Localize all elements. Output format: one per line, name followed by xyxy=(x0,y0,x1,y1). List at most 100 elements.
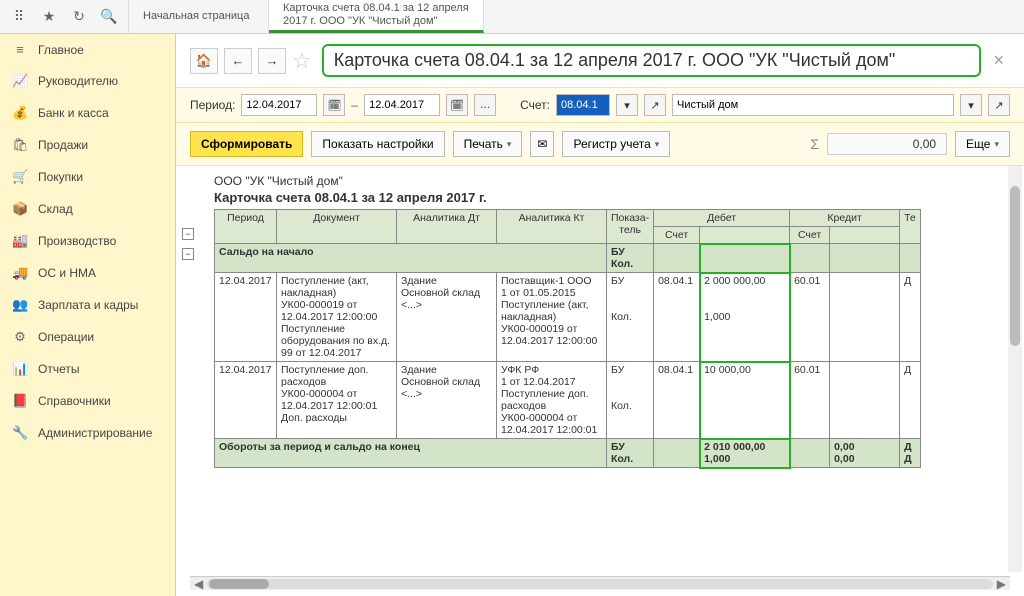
cell-dt-val: 10 000,00 xyxy=(700,362,790,439)
cell-t: Д xyxy=(900,362,921,439)
tab-report[interactable]: Карточка счета 08.04.1 за 12 апреля 2017… xyxy=(269,0,484,33)
table-header-row: Период Документ Аналитика Дт Аналитика К… xyxy=(215,210,921,227)
sidebar-item-main[interactable]: ≡Главное xyxy=(0,34,175,65)
sidebar-item-admin[interactable]: 🔧Администрирование xyxy=(0,417,175,449)
tab-label-line1: Карточка счета 08.04.1 за 12 апреля xyxy=(283,2,469,15)
forward-button[interactable]: → xyxy=(258,48,286,74)
sidebar-item-purchases[interactable]: 🛒Покупки xyxy=(0,161,175,193)
account-input[interactable] xyxy=(556,94,610,116)
account-dropdown-button[interactable]: ▾ xyxy=(616,94,638,116)
cell-kt-val xyxy=(830,273,900,362)
indicator-cell: БУКол. xyxy=(607,244,654,273)
org-open-button[interactable]: ↗ xyxy=(988,94,1010,116)
cell-indicator: БУКол. xyxy=(607,362,654,439)
sidebar-item-manager[interactable]: 📈Руководителю xyxy=(0,65,175,97)
sidebar-item-bank[interactable]: 💰Банк и касса xyxy=(0,97,175,129)
cell-an-dt: Здание Основной склад <...> xyxy=(397,362,497,439)
search-icon[interactable]: 🔍 xyxy=(96,4,122,30)
home-button[interactable]: 🏠 xyxy=(190,48,218,74)
sidebar-item-operations[interactable]: ⚙Операции xyxy=(0,321,175,353)
sum-display: 0,00 xyxy=(827,133,947,155)
sidebar-item-label: Склад xyxy=(38,202,73,216)
col-an-dt: Аналитика Дт xyxy=(397,210,497,244)
date-to-input[interactable] xyxy=(364,94,440,116)
cell-an-kt: Поставщик-1 ООО 1 от 01.05.2015 Поступле… xyxy=(497,273,607,362)
params-row: Период: 🗓 – 🗓 … Счет: ▾ ↗ ▾ ↗ xyxy=(176,87,1024,123)
gear-icon: ⚙ xyxy=(12,329,28,345)
sidebar-item-assets[interactable]: 🚚 ОС и НМА xyxy=(0,257,175,289)
col-debit: Дебет xyxy=(654,210,790,227)
form-button-label: Сформировать xyxy=(201,137,292,151)
factory-icon: 🏭 xyxy=(12,233,28,249)
calendar-to-button[interactable]: 🗓 xyxy=(446,94,468,116)
chart-icon: 📈 xyxy=(12,73,28,89)
cell-document: Поступление доп. расходов УК00-000004 от… xyxy=(277,362,397,439)
tab-label: Начальная страница xyxy=(143,10,254,23)
date-from-input[interactable] xyxy=(241,94,317,116)
cell-document: Поступление (акт, накладная) УК00-000019… xyxy=(277,273,397,362)
tree-toggle[interactable]: − xyxy=(182,248,194,260)
tab-home[interactable]: Начальная страница xyxy=(129,0,269,33)
col-credit: Кредит xyxy=(790,210,900,227)
close-button[interactable]: × xyxy=(987,50,1010,71)
favorite-star-icon[interactable]: ☆ xyxy=(292,48,312,74)
account-open-button[interactable]: ↗ xyxy=(644,94,666,116)
cell-an-dt: Здание Основной склад <...> xyxy=(397,273,497,362)
org-input[interactable] xyxy=(672,94,954,116)
truck-icon: 🚚 xyxy=(12,265,28,281)
col-indicator: Показа- тель xyxy=(607,210,654,244)
sidebar-item-reports[interactable]: 📊Отчеты xyxy=(0,353,175,385)
register-button[interactable]: Регистр учета▾ xyxy=(562,131,670,157)
star-icon[interactable]: ★ xyxy=(36,4,62,30)
money-icon: 💰 xyxy=(12,105,28,121)
period-select-button[interactable]: … xyxy=(474,94,496,116)
print-label: Печать xyxy=(464,137,503,151)
col-dt-val xyxy=(700,227,790,244)
show-settings-button[interactable]: Показать настройки xyxy=(311,131,444,157)
show-settings-label: Показать настройки xyxy=(322,137,433,151)
box-icon: 📦 xyxy=(12,201,28,217)
tabs: Начальная страница Карточка счета 08.04.… xyxy=(129,0,484,33)
page-title: Карточка счета 08.04.1 за 12 апреля 2017… xyxy=(322,44,982,77)
cell-kt-val xyxy=(830,362,900,439)
period-label: Период: xyxy=(190,98,235,112)
totals-debit: 2 010 000,001,000 xyxy=(700,439,790,468)
totals-row: Обороты за период и сальдо на конец БУКо… xyxy=(215,439,921,468)
cell-an-kt: УФК РФ 1 от 12.04.2017 Поступление доп. … xyxy=(497,362,607,439)
saldo-start-label: Сальдо на начало xyxy=(215,244,607,273)
cell-dt-val: 2 000 000,001,000 xyxy=(700,273,790,362)
tab-label-line2: 2017 г. ООО "УК "Чистый дом" xyxy=(283,15,469,28)
date-separator: – xyxy=(351,98,358,112)
form-button[interactable]: Сформировать xyxy=(190,131,303,157)
table-row[interactable]: 12.04.2017 Поступление (акт, накладная) … xyxy=(215,273,921,362)
sidebar-item-label: ОС и НМА xyxy=(38,266,96,280)
sidebar-item-label: Продажи xyxy=(38,138,88,152)
col-kt-schet: Счет xyxy=(790,227,830,244)
cell-dt-schet: 08.04.1 xyxy=(654,362,700,439)
calendar-from-button[interactable]: 🗓 xyxy=(323,94,345,116)
sidebar-item-label: Зарплата и кадры xyxy=(38,298,138,312)
sidebar-item-warehouse[interactable]: 📦 Склад xyxy=(0,193,175,225)
sidebar-item-dictionaries[interactable]: 📕Справочники xyxy=(0,385,175,417)
register-label: Регистр учета xyxy=(573,137,650,151)
org-dropdown-button[interactable]: ▾ xyxy=(960,94,982,116)
mail-button[interactable]: ✉ xyxy=(530,131,554,157)
sidebar-item-label: Главное xyxy=(38,43,84,57)
more-button[interactable]: Еще▾ xyxy=(955,131,1010,157)
sidebar-item-sales[interactable]: 🛍 Продажи xyxy=(0,129,175,161)
back-button[interactable]: ← xyxy=(224,48,252,74)
tree-toggle[interactable]: − xyxy=(182,228,194,240)
sidebar-item-label: Справочники xyxy=(38,394,111,408)
apps-icon[interactable]: ⠿ xyxy=(6,4,32,30)
saldo-start-row: Сальдо на начало БУКол. xyxy=(215,244,921,273)
sidebar-item-hr[interactable]: 👥Зарплата и кадры xyxy=(0,289,175,321)
sidebar-item-production[interactable]: 🏭Производство xyxy=(0,225,175,257)
horizontal-scrollbar[interactable]: ◀ ▶ xyxy=(190,576,1010,590)
cell-period: 12.04.2017 xyxy=(215,362,277,439)
bag-icon: 🛍 xyxy=(12,137,28,153)
vertical-scrollbar[interactable] xyxy=(1008,166,1022,572)
table-row[interactable]: 12.04.2017 Поступление доп. расходов УК0… xyxy=(215,362,921,439)
print-button[interactable]: Печать▾ xyxy=(453,131,523,157)
totals-label: Обороты за период и сальдо на конец xyxy=(215,439,607,468)
history-icon[interactable]: ↻ xyxy=(66,4,92,30)
